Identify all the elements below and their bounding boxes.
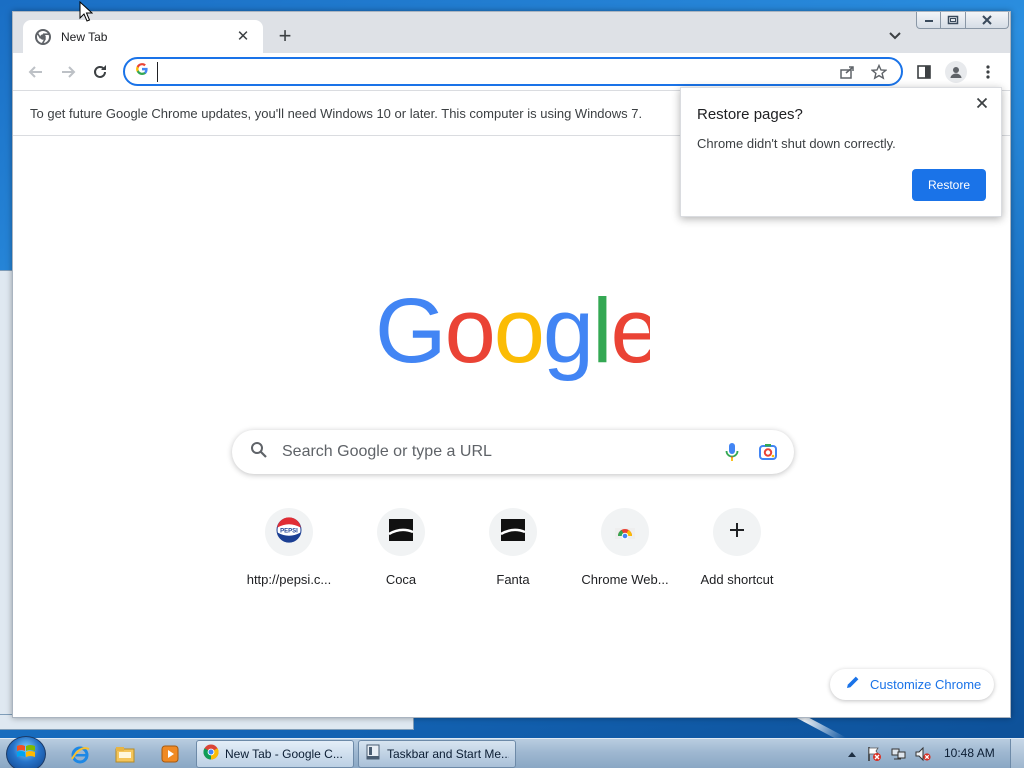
shortcut-chrome-web-store[interactable]: Chrome Web... — [569, 508, 681, 587]
media-player-icon[interactable] — [158, 742, 182, 766]
restore-pages-dialog: Restore pages? Chrome didn't shut down c… — [680, 87, 1002, 217]
black-square-icon — [500, 518, 526, 547]
google-logo: Google — [375, 296, 650, 382]
chrome-icon — [203, 744, 219, 765]
share-icon[interactable] — [837, 62, 857, 82]
internet-explorer-icon[interactable] — [68, 742, 92, 766]
dialog-title: Restore pages? — [697, 106, 803, 123]
search-placeholder: Search Google or type a URL — [282, 443, 492, 460]
restore-window-button[interactable] — [941, 12, 966, 29]
shortcut-tile — [713, 508, 761, 556]
google-lens-icon[interactable] — [756, 440, 780, 464]
taskbar-item-chrome[interactable]: New Tab - Google C... — [196, 740, 354, 768]
new-tab-page: Google Search Google or type a URL PEPSI… — [13, 136, 1010, 717]
chrome-icon — [35, 28, 51, 45]
new-tab-button[interactable]: + — [273, 25, 297, 49]
restore-button[interactable]: Restore — [912, 169, 986, 201]
svg-text:PEPSI: PEPSI — [280, 528, 298, 534]
ntp-search-box[interactable]: Search Google or type a URL — [232, 430, 794, 474]
start-button[interactable] — [6, 736, 46, 768]
shortcut-fanta[interactable]: Fanta — [457, 508, 569, 587]
reload-icon[interactable] — [89, 61, 111, 83]
shortcut-coca[interactable]: Coca — [345, 508, 457, 587]
profile-icon — [945, 61, 967, 83]
microphone-icon[interactable] — [720, 440, 744, 464]
mouse-cursor-icon — [79, 1, 93, 22]
shortcut-label: Add shortcut — [700, 572, 774, 587]
taskbar-item-taskbar-settings[interactable]: Taskbar and Start Me... — [358, 740, 516, 768]
windows-taskbar: New Tab - Google C... Taskbar and Start … — [0, 736, 1024, 768]
pencil-icon — [846, 675, 860, 694]
taskbar-item-label: New Tab - Google C... — [225, 747, 343, 761]
shortcut-label: Coca — [385, 572, 417, 587]
shortcut-label: Chrome Web... — [581, 572, 669, 587]
dialog-message: Chrome didn't shut down correctly. — [697, 136, 896, 151]
windows-logo-icon — [16, 743, 36, 766]
shortcut-label: Fanta — [496, 572, 530, 587]
system-clock[interactable]: 10:48 AM — [944, 746, 995, 760]
infobar-message: To get future Google Chrome updates, you… — [30, 105, 643, 121]
bookmark-star-icon[interactable] — [869, 62, 889, 82]
shortcut-tile — [489, 508, 537, 556]
taskbar-item-label: Taskbar and Start Me... — [387, 747, 509, 761]
shortcut-tile: PEPSI — [265, 508, 313, 556]
browser-toolbar — [13, 53, 1010, 90]
customize-chrome-label: Customize Chrome — [870, 677, 982, 692]
tab-search-icon[interactable] — [885, 26, 905, 46]
google-g-icon — [135, 62, 149, 81]
tab-title: New Tab — [61, 29, 108, 44]
show-desktop-button[interactable] — [1010, 739, 1024, 768]
tab-close-icon[interactable]: ✕ — [235, 28, 251, 45]
back-arrow-icon[interactable] — [25, 61, 47, 83]
close-icon[interactable] — [973, 94, 991, 112]
shortcut-label: http://pepsi.c... — [246, 572, 332, 587]
minimize-button[interactable] — [916, 12, 941, 29]
address-input[interactable] — [157, 61, 837, 82]
forward-arrow-icon[interactable] — [57, 61, 79, 83]
tab-strip: New Tab ✕ + — [13, 12, 1010, 53]
action-center-flag-icon[interactable] — [866, 746, 882, 762]
side-panel-icon[interactable] — [913, 61, 935, 83]
shortcut-pepsi[interactable]: PEPSI http://pepsi.c... — [233, 508, 345, 587]
add-shortcut-button[interactable]: Add shortcut — [681, 508, 793, 587]
close-window-button[interactable] — [966, 12, 1009, 29]
shortcut-tile — [601, 508, 649, 556]
volume-muted-icon[interactable] — [915, 746, 931, 762]
shortcut-grid: PEPSI http://pepsi.c... Coca Fanta Chrom… — [233, 508, 793, 587]
search-icon — [250, 441, 268, 464]
network-icon[interactable] — [891, 746, 907, 762]
profile-avatar[interactable] — [945, 61, 967, 83]
pepsi-icon: PEPSI — [276, 516, 302, 548]
taskbar-settings-icon — [365, 744, 381, 765]
customize-chrome-button[interactable]: Customize Chrome — [830, 669, 994, 700]
black-square-icon — [388, 518, 414, 547]
shortcut-tile — [377, 508, 425, 556]
file-explorer-icon[interactable] — [113, 742, 137, 766]
window-controls — [916, 12, 1009, 29]
chrome-webstore-icon — [614, 520, 636, 545]
svg-text:Google: Google — [375, 296, 650, 382]
kebab-menu-icon[interactable] — [977, 61, 999, 83]
tab-new-tab[interactable]: New Tab ✕ — [23, 20, 263, 53]
show-hidden-icons-chevron-icon[interactable] — [844, 746, 860, 762]
plus-icon — [729, 522, 745, 543]
address-bar[interactable] — [123, 57, 903, 86]
